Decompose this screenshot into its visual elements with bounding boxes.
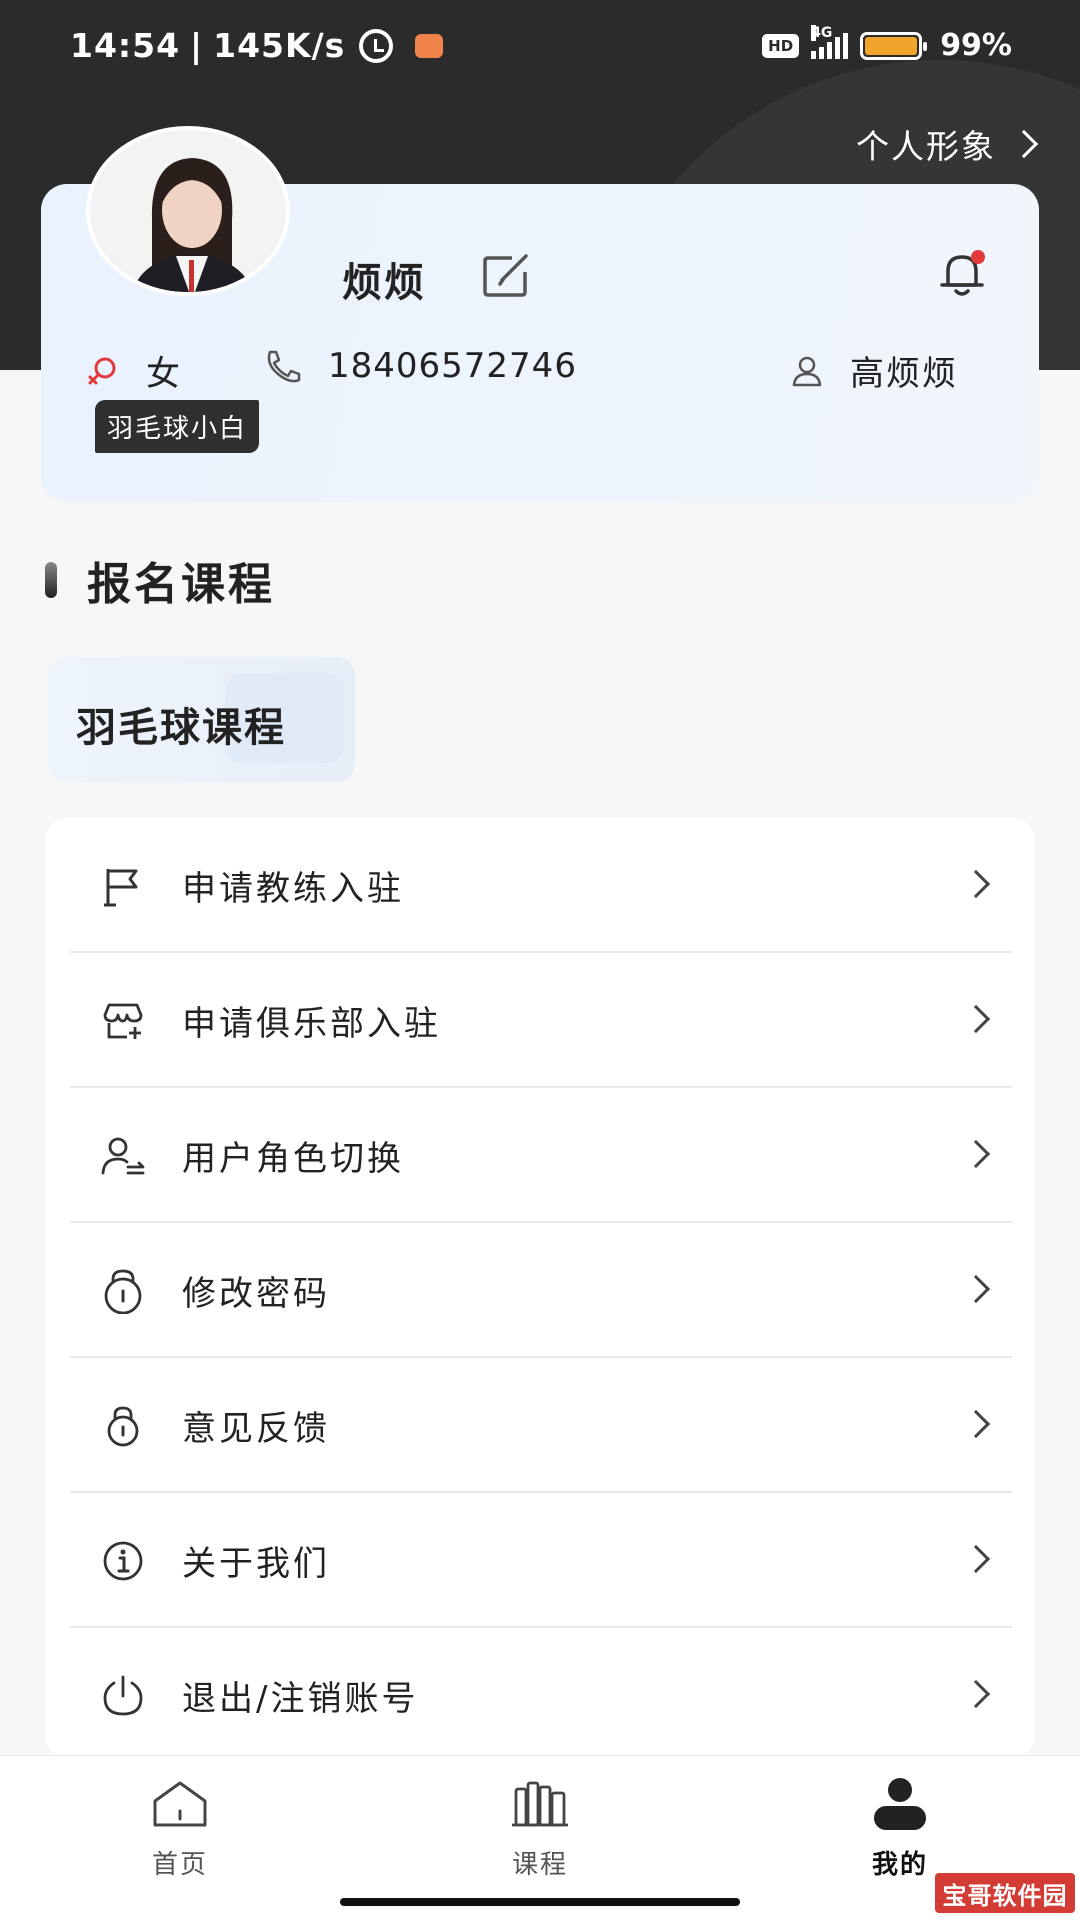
tab-label: 课程 (511, 1850, 568, 1880)
books-icon (510, 1774, 570, 1834)
power-icon (98, 1671, 148, 1721)
profile-name: 烦烦 (342, 260, 426, 306)
status-speed: 145K/s (213, 26, 346, 65)
real-name: 高烦烦 (850, 354, 958, 394)
section-marker (45, 562, 57, 598)
persona-link[interactable]: 个人形象 (856, 120, 1039, 168)
status-bar: 14:54 | 145K/s HD 4G 99% (0, 0, 1080, 95)
info-icon (98, 1536, 148, 1586)
app-notification-icon (415, 33, 444, 58)
menu-item-change-password[interactable]: 修改密码 (70, 1223, 1012, 1358)
network-type: 4G (811, 24, 833, 41)
chevron-right-icon (961, 1004, 991, 1034)
status-time: 14:54 (70, 26, 181, 65)
tab-label: 首页 (151, 1850, 208, 1880)
female-icon (88, 357, 116, 384)
chevron-right-icon (961, 1274, 991, 1304)
signal-icon: 4G (811, 24, 849, 59)
menu-item-logout[interactable]: 退出/注销账号 (70, 1628, 1012, 1758)
status-left: 14:54 | 145K/s (70, 26, 444, 65)
chevron-right-icon (961, 1409, 991, 1439)
enrolled-section-title: 报名课程 (45, 548, 275, 612)
battery-icon (860, 31, 928, 60)
phone-info: 18406572746 (262, 346, 577, 386)
menu-item-feedback[interactable]: 意见反馈 (70, 1358, 1012, 1493)
menu-item-label: 修改密码 (182, 1274, 330, 1314)
battery-level: 99% (940, 28, 1012, 63)
section-title-text: 报名课程 (87, 559, 275, 610)
avatar[interactable] (86, 126, 290, 296)
menu-item-label: 申请俱乐部入驻 (182, 1004, 441, 1044)
chevron-right-icon (961, 1139, 991, 1169)
level-badge: 羽毛球小白 (95, 400, 260, 453)
menu-item-label: 退出/注销账号 (182, 1679, 419, 1719)
store-add-icon (98, 996, 148, 1046)
user-icon (792, 356, 822, 386)
tab-mine[interactable]: 我的 (820, 1774, 980, 1881)
course-card[interactable]: 羽毛球课程 (48, 657, 355, 782)
phone-number: 18406572746 (328, 346, 577, 386)
feedback-icon (98, 1401, 148, 1451)
watermark: 宝哥软件园 (935, 1873, 1075, 1913)
settings-menu: 申请教练入驻 申请俱乐部入驻 用户角色切换 修改密码 意见反馈 关于我们 退出/… (45, 818, 1035, 1758)
lock-icon (98, 1266, 148, 1316)
chevron-right-icon (961, 869, 991, 899)
tab-label: 我的 (871, 1850, 928, 1880)
bell-icon[interactable] (934, 245, 990, 301)
menu-item-label: 意见反馈 (182, 1409, 330, 1449)
menu-item-label: 申请教练入驻 (182, 869, 404, 909)
menu-item-club-apply[interactable]: 申请俱乐部入驻 (70, 953, 1012, 1088)
phone-icon (267, 350, 301, 383)
menu-item-role-switch[interactable]: 用户角色切换 (70, 1088, 1012, 1223)
course-card-label: 羽毛球课程 (76, 705, 286, 751)
user-switch-icon (98, 1131, 148, 1181)
menu-item-label: 用户角色切换 (182, 1139, 404, 1179)
status-divider: | (190, 26, 204, 65)
bottom-tab-bar: 首页 课程 我的 (0, 1755, 1080, 1920)
profile-icon (870, 1774, 930, 1834)
gender-info: 女 (86, 346, 180, 395)
menu-item-label: 关于我们 (182, 1544, 330, 1584)
menu-item-coach-apply[interactable]: 申请教练入驻 (70, 818, 1012, 953)
chevron-right-icon (1009, 129, 1039, 159)
chevron-right-icon (961, 1679, 991, 1709)
alarm-icon (359, 28, 394, 63)
persona-link-label: 个人形象 (856, 127, 996, 166)
tab-courses[interactable]: 课程 (460, 1774, 620, 1881)
tab-home[interactable]: 首页 (100, 1774, 260, 1881)
home-indicator (340, 1898, 740, 1906)
realname-info: 高烦烦 (790, 346, 958, 395)
home-icon (150, 1774, 210, 1834)
status-right: HD 4G 99% (762, 24, 1012, 63)
avatar-photo (90, 130, 286, 292)
chevron-right-icon (961, 1544, 991, 1574)
menu-item-about[interactable]: 关于我们 (70, 1493, 1012, 1628)
gender-label: 女 (146, 354, 180, 394)
hd-icon: HD (762, 33, 800, 58)
flag-icon (98, 861, 148, 911)
edit-icon[interactable] (482, 254, 532, 298)
